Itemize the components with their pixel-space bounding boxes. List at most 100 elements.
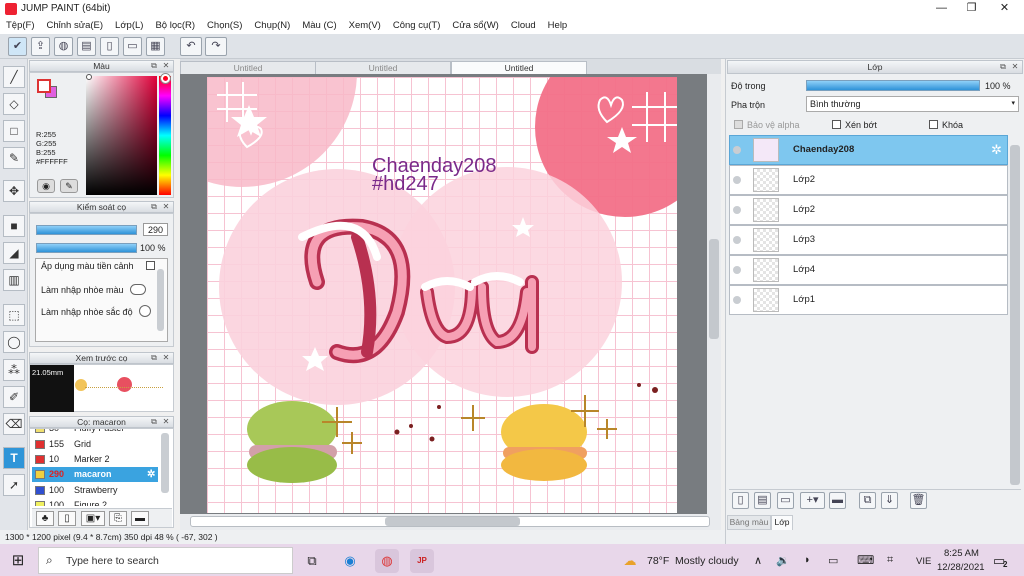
brush-list-item-selected[interactable]: 290 macaron ✲ <box>32 467 158 482</box>
layer-row[interactable]: Lớp1 <box>729 285 1008 315</box>
minimize-button[interactable]: — <box>925 0 958 17</box>
panel-close-icon[interactable]: ✕ <box>161 61 171 71</box>
move-tool-icon[interactable]: ✥ <box>3 180 25 202</box>
brush-size-slider[interactable] <box>36 225 137 235</box>
windows-start-icon[interactable]: ⊞ <box>6 549 30 573</box>
fill-rect-tool-icon[interactable]: ■ <box>3 215 25 237</box>
layer-visibility-icon[interactable] <box>733 296 741 304</box>
brush-import-icon[interactable]: ⎘ <box>109 511 127 526</box>
layer-opacity-slider[interactable] <box>806 80 980 91</box>
redo-icon[interactable]: ↷ <box>205 37 227 56</box>
horizontal-scroll-thumb[interactable] <box>385 517 520 526</box>
magic-wand-tool-icon[interactable]: ⁂ <box>3 359 25 381</box>
blend-mode-select[interactable]: Bình thường ▾ <box>806 96 1019 112</box>
menu-layer[interactable]: Lớp(L) <box>109 17 149 34</box>
layer-visibility-icon[interactable] <box>733 146 741 154</box>
menu-help[interactable]: Help <box>542 17 574 34</box>
lasso-tool-icon[interactable]: ◯ <box>3 331 25 353</box>
apply-foreground-checkbox[interactable] <box>146 261 155 270</box>
new-folder-icon[interactable]: ▬ <box>829 492 846 509</box>
canvas-horizontal-scrollbar[interactable] <box>180 514 721 530</box>
layer-row[interactable]: Lớp2 <box>729 195 1008 225</box>
tab-color-palette[interactable]: Bảng màu <box>727 515 771 530</box>
panel-close-icon[interactable]: ✕ <box>161 202 171 212</box>
share-icon[interactable]: ⇪ <box>31 37 50 56</box>
keyboard-icon[interactable]: ⌨ <box>857 553 874 567</box>
blend-saturation-toggle[interactable] <box>139 305 151 317</box>
duplicate-layer-icon[interactable]: ⧉ <box>859 492 876 509</box>
marquee-tool-icon[interactable]: ⬚ <box>3 304 25 326</box>
tab-untitled-1[interactable]: Untitled <box>180 61 316 74</box>
brush-size-input[interactable]: 290 <box>143 223 168 236</box>
menu-edit[interactable]: Chỉnh sửa(E) <box>41 17 110 34</box>
panel-float-icon[interactable]: ⧉ <box>149 353 159 363</box>
page-icon[interactable]: ▯ <box>100 37 119 56</box>
layer-list-scrollbar[interactable] <box>1010 145 1020 485</box>
brush-list-item[interactable]: 100 Figure 2 <box>32 498 158 506</box>
select-pen-tool-icon[interactable]: ✐ <box>3 386 25 408</box>
edge-browser-icon[interactable]: ◉ <box>338 549 362 573</box>
clip-checkbox[interactable] <box>832 120 841 129</box>
brush-tool-icon[interactable]: ♣ <box>36 511 54 526</box>
gradient-tool-icon[interactable]: ▥ <box>3 269 25 291</box>
foreground-color-swatch[interactable] <box>37 79 51 93</box>
pen-tool-icon[interactable]: ✎ <box>3 147 25 169</box>
eraser-tool-icon[interactable]: ◇ <box>3 93 25 115</box>
bucket-tool-icon[interactable]: ◢ <box>3 242 25 264</box>
panel-float-icon[interactable]: ⧉ <box>149 417 159 427</box>
text-tool-icon[interactable]: T <box>3 447 25 469</box>
menu-select[interactable]: Chọn(S) <box>201 17 248 34</box>
new-layer-icon[interactable]: ▯ <box>732 492 749 509</box>
eyedropper-icon[interactable]: ✎ <box>60 179 78 193</box>
panel-close-icon[interactable]: ✕ <box>1010 62 1020 72</box>
color-history-icon[interactable]: ◉ <box>37 179 55 193</box>
clock-time[interactable]: 8:25 AM <box>944 548 979 559</box>
brush-list-item[interactable]: 10 Marker 2 <box>32 452 158 467</box>
ime-icon[interactable]: ⌗ <box>887 554 893 567</box>
layer-visibility-icon[interactable] <box>733 176 741 184</box>
canvas-vertical-scrollbar[interactable] <box>707 74 721 514</box>
document-icon[interactable]: ▭ <box>123 37 142 56</box>
hue-slider-handle[interactable] <box>161 74 170 83</box>
jump-paint-taskbar-icon[interactable]: JP <box>410 549 434 573</box>
tray-chevron-up-icon[interactable]: ∧ <box>754 554 762 567</box>
menu-window[interactable]: Cửa sổ(W) <box>446 17 504 34</box>
brush-list-item[interactable]: 155 Grid <box>32 437 158 452</box>
select-tool-icon[interactable]: □ <box>3 120 25 142</box>
brush-options-scrollbar[interactable] <box>157 269 164 331</box>
layer-row-selected[interactable]: Chaenday208 ✲ <box>729 135 1008 165</box>
panel-close-icon[interactable]: ✕ <box>161 417 171 427</box>
tab-layer[interactable]: Lớp <box>771 515 793 530</box>
brush-settings-gear-icon[interactable]: ✲ <box>147 467 155 482</box>
message-icon[interactable]: ▤ <box>77 37 96 56</box>
brush-opacity-slider[interactable] <box>36 243 137 253</box>
panel-float-icon[interactable]: ⧉ <box>149 202 159 212</box>
hue-slider[interactable] <box>159 76 171 195</box>
brush-menu-icon[interactable]: ▣▾ <box>81 511 105 526</box>
layer-visibility-icon[interactable] <box>733 266 741 274</box>
new-vector-layer-icon[interactable]: ▭ <box>777 492 794 509</box>
grid-icon[interactable]: ▦ <box>146 37 165 56</box>
vertical-scroll-thumb[interactable] <box>709 239 719 339</box>
panel-close-icon[interactable]: ✕ <box>161 353 171 363</box>
operation-tool-icon[interactable]: ➚ <box>3 474 25 496</box>
protect-alpha-checkbox[interactable] <box>734 120 743 129</box>
saturation-value-picker[interactable] <box>86 76 157 195</box>
tab-untitled-3[interactable]: Untitled <box>451 61 587 74</box>
artwork-canvas[interactable]: Chaenday208 #hd247 <box>207 77 677 513</box>
close-button[interactable]: ✕ <box>988 0 1021 17</box>
speaker-icon[interactable]: 🔉 <box>776 554 790 567</box>
layer-visibility-icon[interactable] <box>733 206 741 214</box>
undo-icon[interactable]: ↶ <box>180 37 202 56</box>
menu-cloud[interactable]: Cloud <box>505 17 542 34</box>
select-eraser-tool-icon[interactable]: ⌫ <box>3 413 25 435</box>
menu-capture[interactable]: Chụp(N) <box>248 17 296 34</box>
menu-filter[interactable]: Bộ lọc(R) <box>149 17 201 34</box>
menu-view[interactable]: Xem(V) <box>343 17 387 34</box>
clock-date[interactable]: 12/28/2021 <box>937 562 985 573</box>
lock-checkbox[interactable] <box>929 120 938 129</box>
battery-icon[interactable]: ▭ <box>828 554 838 567</box>
layer-visibility-icon[interactable] <box>733 236 741 244</box>
menu-file[interactable]: Tệp(F) <box>0 17 41 34</box>
delete-layer-icon[interactable]: 🗑 <box>910 492 927 509</box>
